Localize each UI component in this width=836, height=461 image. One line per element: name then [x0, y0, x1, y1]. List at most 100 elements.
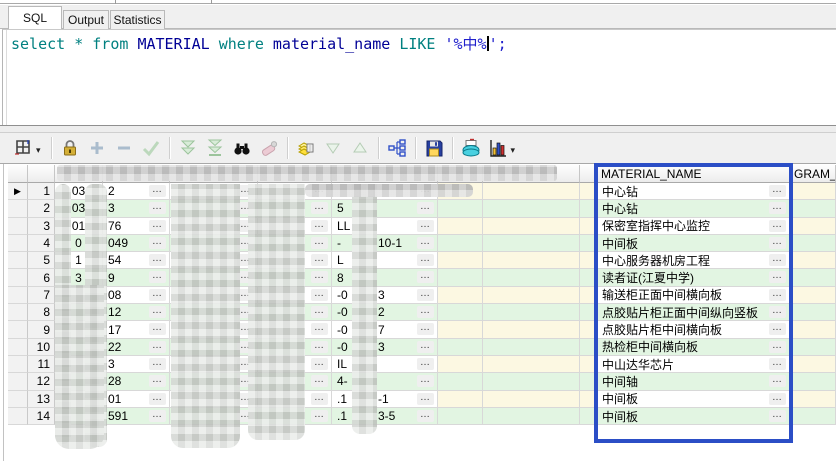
column-header-name[interactable]: MATERIAL_NAME — [597, 165, 790, 183]
dropdown-caret-icon[interactable]: ▾ — [36, 145, 41, 156]
row-number[interactable]: 13 — [28, 390, 55, 408]
cell-b[interactable]: 3… — [103, 355, 170, 374]
cell-ellipsis-button[interactable]: … — [311, 236, 328, 249]
cell-f[interactable] — [438, 355, 483, 374]
cell-g[interactable] — [483, 373, 580, 391]
sort-descending-button[interactable] — [322, 137, 344, 159]
cell-f[interactable] — [438, 321, 483, 339]
cell-e[interactable]: .1 -1… — [332, 390, 438, 408]
cell-name[interactable]: 中山达华芯片… — [597, 355, 790, 374]
cell-ellipsis-button[interactable]: … — [149, 271, 166, 284]
cell-ellipsis-button[interactable]: … — [311, 357, 328, 370]
lock-record-button[interactable] — [59, 137, 81, 159]
save-results-button[interactable] — [423, 137, 445, 159]
cell-f[interactable] — [438, 373, 483, 391]
row-number[interactable]: 14 — [28, 407, 55, 426]
cell-h[interactable] — [580, 200, 597, 218]
cell-ellipsis-button[interactable]: … — [311, 219, 328, 232]
cell-h[interactable] — [580, 286, 597, 305]
row-number[interactable]: 6 — [28, 269, 55, 287]
cell-e[interactable]: L… — [332, 252, 438, 270]
row-selector[interactable]: ▶ — [8, 183, 28, 201]
cell-h[interactable] — [580, 355, 597, 374]
cell-name[interactable]: 读者证(江夏中学)… — [597, 269, 790, 287]
cell-ellipsis-button[interactable]: … — [149, 392, 166, 405]
row-number[interactable]: 12 — [28, 373, 55, 391]
find-button[interactable] — [231, 137, 253, 159]
row-selector[interactable] — [8, 338, 28, 356]
row-selector[interactable] — [8, 200, 28, 218]
cell-i[interactable] — [790, 286, 836, 305]
cell-ellipsis-button[interactable]: … — [417, 236, 434, 249]
cell-e[interactable]: 5… — [332, 200, 438, 218]
cell-name[interactable]: 中间板… — [597, 407, 790, 426]
cell-ellipsis-button[interactable]: … — [149, 288, 166, 301]
cell-ellipsis-button[interactable]: … — [769, 271, 786, 284]
cell-name[interactable]: 中间轴… — [597, 373, 790, 391]
column-header-gutter[interactable] — [8, 165, 28, 183]
cell-f[interactable] — [438, 217, 483, 235]
post-changes-button[interactable] — [140, 137, 162, 159]
cell-ellipsis-button[interactable]: … — [311, 271, 328, 284]
cell-h[interactable] — [580, 373, 597, 391]
cell-e[interactable]: -0 3… — [332, 286, 438, 305]
cell-ellipsis-button[interactable]: … — [311, 375, 328, 388]
cell-name[interactable]: 中心钻… — [597, 183, 790, 201]
cell-ellipsis-button[interactable]: … — [149, 323, 166, 336]
cell-g[interactable] — [483, 252, 580, 270]
cell-e[interactable]: 8… — [332, 269, 438, 287]
cell-g[interactable] — [483, 217, 580, 235]
cell-h[interactable] — [580, 338, 597, 356]
cell-h[interactable] — [580, 269, 597, 287]
cell-ellipsis-button[interactable]: … — [311, 306, 328, 319]
cell-i[interactable] — [790, 234, 836, 253]
cell-h[interactable] — [580, 252, 597, 270]
column-header-i[interactable]: GRAM_ — [790, 165, 836, 183]
cell-e[interactable]: -10-1… — [332, 234, 438, 253]
cell-ellipsis-button[interactable]: … — [311, 392, 328, 405]
cell-g[interactable] — [483, 234, 580, 253]
cell-e[interactable]: 4-… — [332, 373, 438, 391]
column-header-num[interactable] — [28, 165, 55, 183]
tab-statistics[interactable]: Statistics — [110, 10, 165, 29]
cell-b[interactable]: 22… — [103, 338, 170, 356]
row-number[interactable]: 5 — [28, 252, 55, 270]
column-header-h[interactable] — [580, 165, 597, 183]
cell-h[interactable] — [580, 390, 597, 408]
cell-ellipsis-button[interactable]: … — [769, 357, 786, 370]
row-selector[interactable] — [8, 304, 28, 322]
cell-g[interactable] — [483, 390, 580, 408]
row-number[interactable]: 11 — [28, 355, 55, 374]
cell-f[interactable] — [438, 390, 483, 408]
cell-f[interactable] — [438, 234, 483, 253]
cell-f[interactable] — [438, 200, 483, 218]
cell-ellipsis-button[interactable]: … — [417, 357, 434, 370]
cell-name[interactable]: 保密室指挥中心监控… — [597, 217, 790, 235]
cell-ellipsis-button[interactable]: … — [311, 202, 328, 215]
tab-output[interactable]: Output — [63, 10, 109, 29]
cell-f[interactable] — [438, 252, 483, 270]
cell-ellipsis-button[interactable]: … — [769, 236, 786, 249]
data-structure-view-button[interactable] — [386, 137, 408, 159]
tab-sql[interactable]: SQL — [8, 6, 62, 29]
cell-g[interactable] — [483, 338, 580, 356]
cell-i[interactable] — [790, 338, 836, 356]
cell-e[interactable]: .1 3-5… — [332, 407, 438, 426]
grid-options-button[interactable] — [12, 137, 34, 159]
cell-name[interactable]: 中心钻… — [597, 200, 790, 218]
cell-name[interactable]: 输送柜正面中间横向板… — [597, 286, 790, 305]
cell-g[interactable] — [483, 407, 580, 426]
cell-ellipsis-button[interactable]: … — [149, 375, 166, 388]
cell-h[interactable] — [580, 234, 597, 253]
row-selector[interactable] — [8, 252, 28, 270]
row-selector[interactable] — [8, 286, 28, 305]
cell-f[interactable] — [438, 269, 483, 287]
cell-ellipsis-button[interactable]: … — [311, 323, 328, 336]
cell-ellipsis-button[interactable]: … — [149, 409, 166, 422]
row-number[interactable]: 9 — [28, 321, 55, 339]
row-selector[interactable] — [8, 355, 28, 374]
cell-g[interactable] — [483, 304, 580, 322]
cell-ellipsis-button[interactable]: … — [417, 219, 434, 232]
fetch-next-page-button[interactable] — [177, 137, 199, 159]
row-number[interactable]: 7 — [28, 286, 55, 305]
